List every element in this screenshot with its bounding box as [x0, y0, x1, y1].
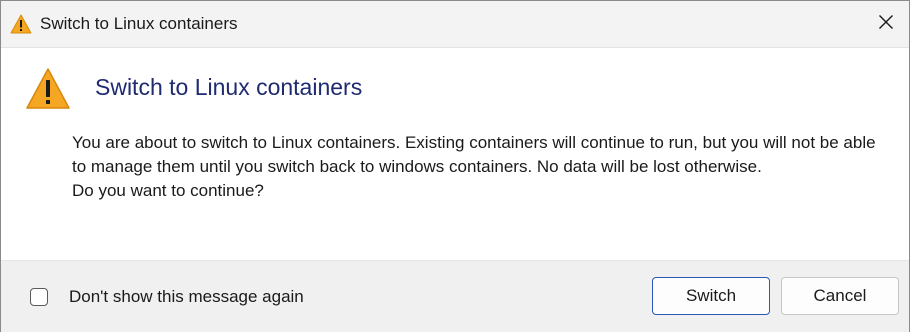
warning-icon: [25, 67, 71, 111]
window-title: Switch to Linux containers: [40, 14, 238, 33]
close-button[interactable]: [863, 1, 909, 47]
dialog-footer: Don't show this message again Switch Can…: [1, 260, 909, 332]
dialog-heading: Switch to Linux containers: [95, 74, 363, 100]
cancel-button[interactable]: Cancel: [781, 277, 899, 315]
warning-icon: [10, 14, 32, 34]
dont-show-again-checkbox[interactable]: [30, 288, 48, 306]
question-text: Do you want to continue?: [72, 181, 264, 200]
title-bar: Switch to Linux containers: [1, 1, 909, 48]
switch-button[interactable]: Switch: [652, 277, 770, 315]
dialog-content: Switch to Linux containers You are about…: [1, 48, 909, 260]
switch-containers-dialog: Switch to Linux containers Switch to Lin…: [0, 0, 910, 332]
dont-show-again-option[interactable]: Don't show this message again: [30, 287, 304, 307]
dialog-message: You are about to switch to Linux contain…: [72, 131, 892, 203]
message-text: You are about to switch to Linux contain…: [72, 133, 876, 176]
close-icon: [878, 14, 894, 35]
dont-show-again-label[interactable]: Don't show this message again: [69, 287, 304, 307]
